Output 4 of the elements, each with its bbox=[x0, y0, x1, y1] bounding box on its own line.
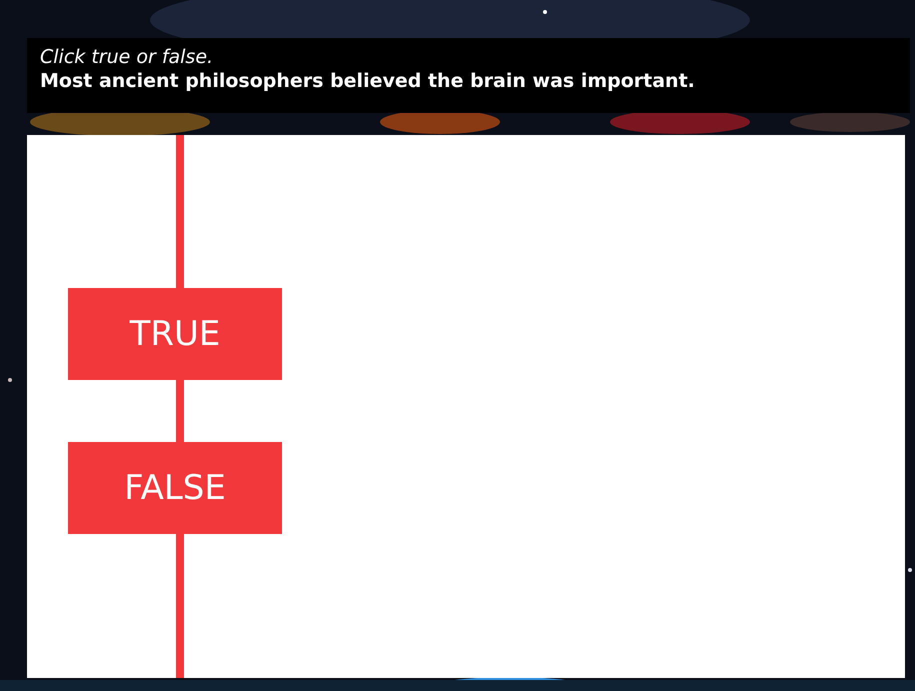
answer-button[interactable]: TRUE bbox=[68, 288, 282, 380]
answer-button[interactable]: FALSE bbox=[68, 442, 282, 534]
question-text: Most ancient philosophers believed the brain was important. bbox=[40, 70, 696, 92]
instruction-text: Click true or false. bbox=[40, 46, 214, 68]
